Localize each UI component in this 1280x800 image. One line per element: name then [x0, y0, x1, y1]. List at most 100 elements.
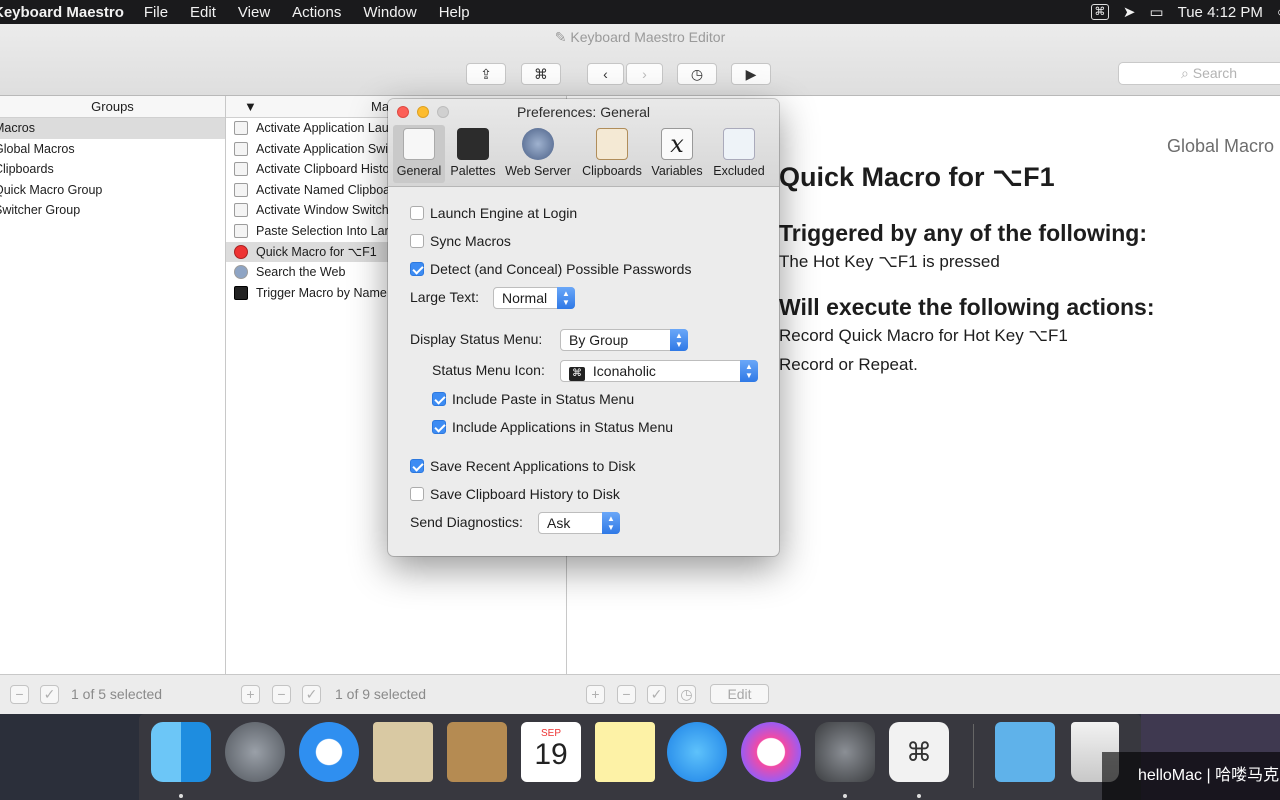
minus-icon: − — [622, 686, 631, 702]
plus-icon: + — [246, 686, 255, 702]
keyboard-maestro-status-icon[interactable]: ⌘ — [1090, 4, 1109, 20]
sync-macros-label: Sync Macros — [430, 233, 511, 249]
group-row[interactable]: Switcher Group — [0, 200, 225, 221]
detect-passwords-checkbox-row[interactable]: Detect (and Conceal) Possible Passwords — [410, 261, 691, 277]
save-recent-checkbox[interactable] — [410, 459, 424, 473]
menu-view[interactable]: View — [238, 4, 270, 21]
airplay-display-icon[interactable]: ▭ — [1149, 3, 1163, 21]
system-preferences-icon[interactable] — [815, 722, 875, 782]
add-action-button[interactable]: + — [586, 685, 605, 704]
history-button[interactable]: ◷ — [677, 63, 717, 85]
group-row[interactable]: Macros — [0, 118, 225, 139]
checkmark-icon: ✓ — [650, 686, 663, 702]
include-paste-checkbox[interactable] — [432, 392, 446, 406]
launchpad-icon[interactable] — [225, 722, 285, 782]
groups-header[interactable]: Groups — [0, 96, 225, 118]
diagnostics-popup[interactable]: Ask ▲ ▼ — [538, 512, 620, 534]
menu-help[interactable]: Help — [439, 4, 470, 21]
enable-action-button[interactable]: ✓ — [647, 685, 666, 704]
diagnostics-label: Send Diagnostics: — [410, 514, 523, 530]
running-indicator — [843, 794, 847, 798]
tab-excluded[interactable]: Excluded — [710, 125, 768, 183]
tab-palettes[interactable]: Palettes — [446, 125, 500, 183]
run-button[interactable]: ▶ — [731, 63, 771, 85]
command-button[interactable]: ⌘ — [521, 63, 561, 85]
save-clipboard-checkbox-row[interactable]: Save Clipboard History to Disk — [410, 486, 620, 502]
include-apps-checkbox-row[interactable]: Include Applications in Status Menu — [432, 419, 673, 435]
plus-icon: + — [591, 686, 600, 702]
location-icon[interactable]: ➤ — [1123, 3, 1136, 21]
display-status-popup[interactable]: By Group ▲ ▼ — [560, 329, 688, 351]
tab-variables[interactable]: 𝑥 Variables — [649, 125, 705, 183]
document-icon: ✎ — [554, 29, 567, 45]
save-recent-checkbox-row[interactable]: Save Recent Applications to Disk — [410, 458, 635, 474]
forward-button[interactable]: › — [626, 63, 663, 85]
macro-trigger-icon — [234, 285, 248, 300]
detect-passwords-checkbox[interactable] — [410, 262, 424, 276]
running-indicator — [917, 794, 921, 798]
include-apps-checkbox[interactable] — [432, 420, 446, 434]
include-paste-checkbox-row[interactable]: Include Paste in Status Menu — [432, 391, 634, 407]
edit-button[interactable]: Edit — [710, 684, 769, 704]
remove-macro-button[interactable]: − — [272, 685, 291, 704]
tab-variables-label: Variables — [651, 164, 703, 178]
group-row[interactable]: Clipboards — [0, 159, 225, 180]
notes-icon[interactable] — [595, 722, 655, 782]
menu-clock[interactable]: Tue 4:12 PM — [1178, 4, 1263, 21]
search-field[interactable]: ⌕ Search — [1118, 62, 1280, 85]
enable-macro-button[interactable]: ✓ — [302, 685, 321, 704]
detail-trigger-heading: Triggered by any of the following: — [779, 220, 1148, 246]
group-row[interactable]: Quick Macro Group — [0, 180, 225, 201]
running-indicator — [179, 794, 183, 798]
tab-clipboards[interactable]: Clipboards — [578, 125, 646, 183]
tab-web-server[interactable]: Web Server — [503, 125, 573, 183]
tab-web-server-label: Web Server — [505, 164, 571, 178]
keyboard-maestro-icon[interactable]: ⌘ — [889, 722, 949, 782]
group-row[interactable]: Global Macros — [0, 139, 225, 160]
save-clipboard-checkbox[interactable] — [410, 487, 424, 501]
launch-engine-checkbox[interactable] — [410, 206, 424, 220]
sync-macros-checkbox[interactable] — [410, 234, 424, 248]
macro-app-icon — [234, 121, 248, 135]
menu-window[interactable]: Window — [363, 4, 416, 21]
sync-macros-checkbox-row[interactable]: Sync Macros — [410, 233, 511, 249]
itunes-icon[interactable] — [741, 722, 801, 782]
contacts-icon[interactable] — [447, 722, 507, 782]
launch-engine-checkbox-row[interactable]: Launch Engine at Login — [410, 205, 577, 221]
enable-group-button[interactable]: ✓ — [40, 685, 59, 704]
dock-separator — [973, 724, 974, 788]
save-recent-label: Save Recent Applications to Disk — [430, 458, 636, 474]
menu-actions[interactable]: Actions — [292, 4, 341, 21]
tab-general-label: General — [396, 164, 442, 178]
status-icon-popup[interactable]: ⌘ Iconaholic ▲ ▼ — [560, 360, 758, 382]
menu-edit[interactable]: Edit — [190, 4, 216, 21]
macro-clipboard-icon — [234, 182, 248, 197]
back-button[interactable]: ‹ — [587, 63, 624, 85]
menu-file[interactable]: File — [144, 4, 168, 21]
remove-action-button[interactable]: − — [617, 685, 636, 704]
add-macro-button[interactable]: + — [241, 685, 260, 704]
messages-icon[interactable] — [667, 722, 727, 782]
minus-icon: − — [15, 686, 24, 702]
downloads-folder-icon[interactable] — [995, 722, 1055, 782]
checkmark-icon: ✓ — [43, 686, 56, 702]
macro-window-icon — [234, 203, 248, 218]
tab-excluded-label: Excluded — [713, 164, 765, 178]
popup-arrows-icon: ▲ ▼ — [602, 512, 620, 534]
history-action-button[interactable]: ◷ — [677, 685, 696, 704]
macros-selection-count: 1 of 9 selected — [335, 686, 427, 702]
sort-triangle-icon[interactable]: ▼ — [244, 96, 257, 118]
add-group-button[interactable]: − — [10, 685, 29, 704]
excluded-app-icon — [723, 128, 755, 160]
share-button[interactable]: ⇪ — [466, 63, 506, 85]
large-text-popup[interactable]: Normal ▲ ▼ — [493, 287, 575, 309]
menu-app-name[interactable]: Keyboard Maestro — [0, 4, 124, 21]
menu-bar: Keyboard Maestro File Edit View Actions … — [0, 0, 1280, 24]
mail-icon[interactable] — [373, 722, 433, 782]
safari-icon[interactable] — [299, 722, 359, 782]
calendar-icon[interactable]: SEP 19 — [521, 722, 581, 782]
preferences-title: Preferences: General — [516, 104, 651, 120]
general-preferences-pane: Launch Engine at Login Sync Macros Detec… — [388, 187, 779, 556]
finder-icon[interactable] — [151, 722, 211, 782]
tab-general[interactable]: General — [393, 125, 445, 183]
